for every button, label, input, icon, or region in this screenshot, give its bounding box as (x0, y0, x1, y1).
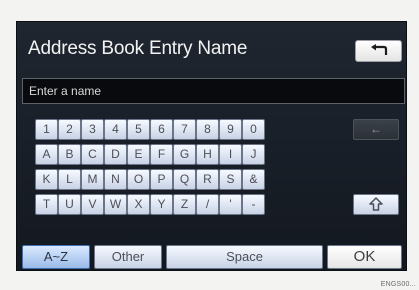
image-code: ENGS00... (380, 281, 416, 288)
key-e[interactable]: E (127, 144, 150, 165)
key-r[interactable]: R (196, 169, 219, 190)
shift-key[interactable] (353, 194, 399, 215)
key-h[interactable]: H (196, 144, 219, 165)
key-1[interactable]: 1 (35, 119, 58, 140)
name-input[interactable] (22, 78, 405, 104)
key-0[interactable]: 0 (242, 119, 265, 140)
key-b[interactable]: B (58, 144, 81, 165)
key-i[interactable]: I (219, 144, 242, 165)
key-4[interactable]: 4 (104, 119, 127, 140)
back-arrow-icon (371, 44, 388, 55)
page-title: Address Book Entry Name (28, 38, 248, 59)
photo-frame: Address Book Entry Name 1 2 3 4 5 6 7 8 … (0, 0, 419, 290)
mode-az-button[interactable]: A~Z (22, 245, 90, 269)
key-k[interactable]: K (35, 169, 58, 190)
key-apostrophe[interactable]: ' (219, 194, 242, 215)
key-slash[interactable]: / (196, 194, 219, 215)
key-q[interactable]: Q (173, 169, 196, 190)
key-3[interactable]: 3 (81, 119, 104, 140)
key-v[interactable]: V (81, 194, 104, 215)
ok-button[interactable]: OK (327, 245, 402, 269)
key-8[interactable]: 8 (196, 119, 219, 140)
delete-key[interactable]: ← (353, 119, 399, 140)
back-button[interactable] (355, 40, 402, 62)
key-u[interactable]: U (58, 194, 81, 215)
key-f[interactable]: F (150, 144, 173, 165)
space-button[interactable]: Space (166, 245, 323, 269)
key-d[interactable]: D (104, 144, 127, 165)
key-t[interactable]: T (35, 194, 58, 215)
key-j[interactable]: J (242, 144, 265, 165)
key-g[interactable]: G (173, 144, 196, 165)
key-o[interactable]: O (127, 169, 150, 190)
key-a[interactable]: A (35, 144, 58, 165)
mode-other-button[interactable]: Other (94, 245, 162, 269)
key-hyphen[interactable]: - (242, 194, 265, 215)
key-p[interactable]: P (150, 169, 173, 190)
key-2[interactable]: 2 (58, 119, 81, 140)
key-6[interactable]: 6 (150, 119, 173, 140)
key-y[interactable]: Y (150, 194, 173, 215)
key-s[interactable]: S (219, 169, 242, 190)
key-c[interactable]: C (81, 144, 104, 165)
key-5[interactable]: 5 (127, 119, 150, 140)
delete-icon: ← (370, 122, 382, 136)
key-7[interactable]: 7 (173, 119, 196, 140)
entry-screen: Address Book Entry Name 1 2 3 4 5 6 7 8 … (16, 21, 407, 271)
key-z[interactable]: Z (173, 194, 196, 215)
key-l[interactable]: L (58, 169, 81, 190)
shift-arrow-icon (369, 197, 383, 211)
key-m[interactable]: M (81, 169, 104, 190)
key-x[interactable]: X (127, 194, 150, 215)
key-ampersand[interactable]: & (242, 169, 265, 190)
key-9[interactable]: 9 (219, 119, 242, 140)
key-n[interactable]: N (104, 169, 127, 190)
key-w[interactable]: W (104, 194, 127, 215)
